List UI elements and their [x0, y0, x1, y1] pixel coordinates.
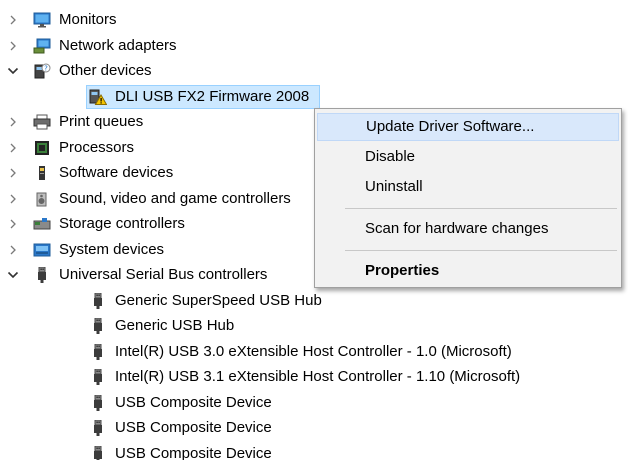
chevron-right-icon[interactable]: [7, 110, 19, 134]
context-menu: Update Driver Software... Disable Uninstal…: [314, 108, 622, 288]
menu-item-label: Properties: [365, 262, 440, 279]
menu-item-label: Disable: [365, 148, 416, 165]
usb-icon: [89, 292, 107, 309]
device-category-item[interactable]: ? Other devices: [0, 59, 320, 83]
tree-item-label: Generic USB Hub: [115, 317, 235, 334]
monitor-icon: [33, 12, 51, 28]
chevron-down-icon[interactable]: [7, 59, 19, 83]
tree-item-label: Universal Serial Bus controllers: [59, 266, 268, 283]
menu-item-label: Update Driver Software...: [366, 118, 535, 135]
menu-separator: [345, 250, 617, 251]
tree-item-label: USB Composite Device: [115, 393, 272, 411]
menu-item-label: Scan for hardware changes: [365, 220, 549, 237]
device-tree-item[interactable]: Intel(R) USB 3.1 eXtensible Host Control…: [0, 365, 560, 389]
device-category-item[interactable]: Network adapters: [0, 34, 320, 58]
chevron-right-icon[interactable]: [7, 136, 19, 160]
system-devices-icon: [33, 242, 51, 258]
tree-item-label: Network adapters: [59, 36, 177, 54]
tree-item-label: Monitors: [59, 11, 117, 28]
device-category-item[interactable]: Monitors: [0, 8, 320, 32]
device-category-item[interactable]: System devices: [0, 238, 320, 262]
device-category-item[interactable]: Print queues: [0, 110, 320, 134]
tree-item-label: Generic SuperSpeed USB Hub: [115, 291, 322, 309]
chevron-right-icon[interactable]: [7, 8, 19, 32]
printer-icon: [33, 114, 51, 130]
usb-icon: [89, 368, 107, 385]
tree-item-label: DLI USB FX2 Firmware 2008: [115, 87, 310, 105]
device-category-item[interactable]: Sound, video and game controllers: [0, 187, 320, 211]
menu-item-update-driver-software[interactable]: Update Driver Software...: [317, 113, 619, 141]
usb-icon: [89, 445, 107, 460]
other-devices-icon: ?: [33, 63, 51, 79]
device-tree-item[interactable]: DLI USB FX2 Firmware 2008: [0, 85, 560, 109]
usb-icon: [89, 317, 107, 334]
menu-separator: [345, 208, 617, 209]
tree-item-label: Intel(R) USB 3.0 eXtensible Host Control…: [115, 342, 512, 360]
device-category-item[interactable]: Software devices: [0, 161, 320, 185]
device-category-item[interactable]: Universal Serial Bus controllers: [0, 263, 320, 287]
device-tree-item[interactable]: USB Composite Device: [0, 416, 560, 440]
usb-icon: [89, 343, 107, 360]
usb-icon: [89, 419, 107, 436]
chevron-right-icon[interactable]: [7, 187, 19, 211]
svg-text:?: ?: [44, 65, 48, 73]
tree-item-label: Print queues: [59, 113, 144, 130]
processor-icon: [33, 140, 51, 156]
usb-icon: [89, 394, 107, 411]
device-tree-item[interactable]: Intel(R) USB 3.0 eXtensible Host Control…: [0, 340, 560, 364]
tree-item-label: Sound, video and game controllers: [59, 189, 291, 207]
device-category-item[interactable]: Processors: [0, 136, 320, 160]
chevron-right-icon[interactable]: [7, 161, 19, 185]
tree-item-label: Intel(R) USB 3.1 eXtensible Host Control…: [115, 368, 521, 385]
tree-item-label: System devices: [59, 240, 165, 258]
usb-icon: [33, 266, 51, 283]
menu-item-label: Uninstall: [365, 178, 423, 195]
tree-item-label: USB Composite Device: [115, 444, 272, 460]
device-tree-item[interactable]: USB Composite Device: [0, 442, 560, 460]
storage-controller-icon: [33, 216, 51, 232]
device-tree-item[interactable]: Generic SuperSpeed USB Hub: [0, 289, 560, 313]
device-tree-item[interactable]: Generic USB Hub: [0, 314, 560, 338]
menu-item-scan-for-hardware-changes[interactable]: Scan for hardware changes: [317, 215, 619, 243]
chevron-right-icon[interactable]: [7, 34, 19, 58]
device-category-item[interactable]: Storage controllers: [0, 212, 320, 236]
speaker-icon: [33, 191, 51, 207]
device-tree-item[interactable]: USB Composite Device: [0, 391, 560, 415]
network-adapter-icon: [33, 38, 51, 54]
chevron-right-icon[interactable]: [7, 212, 19, 236]
tree-item-label: Software devices: [59, 164, 174, 181]
menu-item-disable[interactable]: Disable: [317, 143, 619, 171]
menu-item-uninstall[interactable]: Uninstall: [317, 173, 619, 201]
chevron-right-icon[interactable]: [7, 238, 19, 262]
tree-item-label: Storage controllers: [59, 215, 185, 232]
tree-item-label: Other devices: [59, 62, 152, 79]
tree-item-label: Processors: [59, 138, 135, 156]
warning-device-icon: [89, 89, 108, 105]
software-device-icon: [33, 165, 51, 181]
menu-item-properties[interactable]: Properties: [317, 257, 619, 285]
tree-item-label: USB Composite Device: [115, 419, 272, 436]
chevron-down-icon[interactable]: [7, 263, 19, 287]
